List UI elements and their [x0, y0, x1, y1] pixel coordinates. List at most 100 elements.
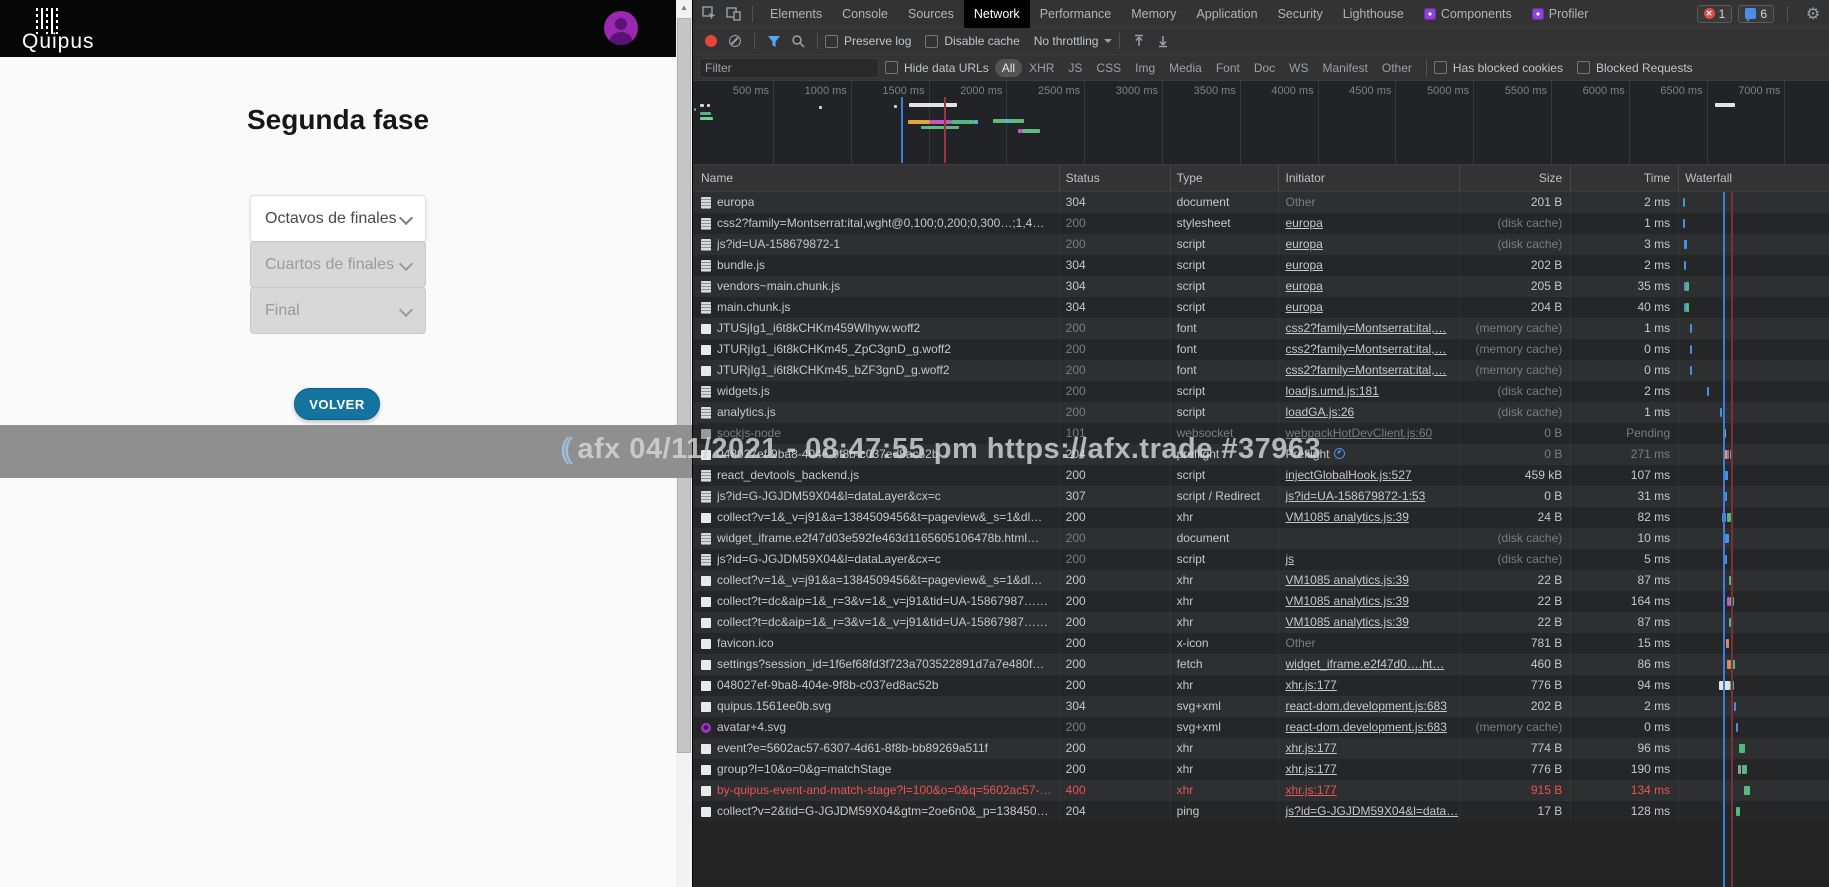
table-row[interactable]: collect?v=2&tid=G-JGJDM59X04&gtm=2oe6n0&…	[693, 801, 1829, 822]
table-row[interactable]: event?e=5602ac57-6307-4d61-8f8b-bb89269a…	[693, 738, 1829, 759]
clear-button[interactable]	[723, 29, 747, 53]
disable-cache-checkbox[interactable]	[925, 34, 939, 48]
column-header-size[interactable]: Size	[1460, 165, 1572, 191]
request-name-cell[interactable]: collect?t=dc&aip=1&_r=3&v=1&_v=j91&tid=U…	[693, 612, 1060, 633]
initiator-link[interactable]: xhr.js:177	[1285, 762, 1336, 776]
tab-application[interactable]: Application	[1186, 0, 1267, 28]
throttling-select[interactable]: No throttling	[1034, 34, 1113, 48]
filter-pill-font[interactable]: Font	[1209, 59, 1247, 77]
table-row[interactable]: avatar+4.svg 200 svg+xml react-dom.developm…	[693, 717, 1829, 738]
column-header-status[interactable]: Status	[1060, 165, 1171, 191]
table-row[interactable]: react_devtools_backend.js 200 script inject…	[693, 465, 1829, 486]
column-header-initiator[interactable]: Initiator	[1279, 165, 1461, 191]
table-row[interactable]: widgets.js 200 script loadjs.umd.js:181 (dis…	[693, 381, 1829, 402]
table-row[interactable]: js?id=G-JGJDM59X04&l=dataLayer&cx=c 200 sc…	[693, 549, 1829, 570]
tab-memory[interactable]: Memory	[1121, 0, 1186, 28]
request-name-cell[interactable]: main.chunk.js	[693, 297, 1060, 318]
preserve-log-checkbox[interactable]	[825, 34, 838, 48]
tab-network[interactable]: Network	[963, 0, 1030, 28]
initiator-link[interactable]: europa	[1285, 258, 1322, 272]
import-har-icon[interactable]	[1127, 29, 1151, 53]
filter-input[interactable]: Filter	[699, 57, 879, 78]
initiator-link[interactable]: europa	[1285, 279, 1322, 293]
search-icon[interactable]	[786, 29, 810, 53]
initiator-link[interactable]: injectGlobalHook.js:527	[1285, 468, 1411, 482]
request-name-cell[interactable]: js?id=G-JGJDM59X04&l=dataLayer&cx=c	[693, 486, 1060, 507]
filter-pill-js[interactable]: JS	[1061, 59, 1089, 77]
table-row[interactable]: vendors~main.chunk.js 304 script europa 205 …	[693, 276, 1829, 297]
table-row[interactable]: europa 304 document Other 201 B2 ms	[693, 192, 1829, 213]
table-row[interactable]: 048027ef-9ba8-404e-9f8b-c037ed8ac52b 200 x…	[693, 675, 1829, 696]
request-name-cell[interactable]: css2?family=Montserrat:ital,wght@0,100;0…	[693, 213, 1060, 234]
error-count-badge[interactable]: ✕ 1	[1696, 4, 1733, 23]
initiator-link[interactable]: xhr.js:177	[1285, 678, 1336, 692]
export-har-icon[interactable]	[1151, 29, 1175, 53]
request-name-cell[interactable]: quipus.1561ee0b.svg	[693, 696, 1060, 717]
table-row[interactable]: JTURjIg1_i6t8kCHKm45_ZpC3gnD_g.woff2 200 f…	[693, 339, 1829, 360]
request-name-cell[interactable]: bundle.js	[693, 255, 1060, 276]
initiator-link[interactable]: xhr.js:177	[1285, 741, 1336, 755]
request-name-cell[interactable]: collect?v=1&_v=j91&a=1384509456&t=pagevi…	[693, 570, 1060, 591]
column-header-name[interactable]: Name	[693, 165, 1060, 191]
request-name-cell[interactable]: JTURjIg1_i6t8kCHKm45_ZpC3gnD_g.woff2	[693, 339, 1060, 360]
tab-elements[interactable]: Elements	[760, 0, 832, 28]
request-name-cell[interactable]: widget_iframe.e2f47d03e592fe463d11656051…	[693, 528, 1060, 549]
initiator-link[interactable]: VM1085 analytics.js:39	[1285, 594, 1408, 608]
initiator-link[interactable]: widget_iframe.e2f47d0….ht…	[1285, 657, 1444, 671]
request-name-cell[interactable]: group?l=10&o=0&g=matchStage	[693, 759, 1060, 780]
initiator-link[interactable]: loadGA.js:26	[1285, 405, 1354, 419]
filter-pill-xhr[interactable]: XHR	[1022, 59, 1061, 77]
initiator-link[interactable]: css2?family=Montserrat:ital,…	[1285, 342, 1446, 356]
inspect-element-icon[interactable]	[697, 2, 721, 26]
volver-button[interactable]: VOLVER	[294, 388, 380, 420]
request-name-cell[interactable]: avatar+4.svg	[693, 717, 1060, 738]
settings-gear-icon[interactable]: ⚙	[1801, 2, 1825, 26]
initiator-link[interactable]: europa	[1285, 237, 1322, 251]
table-row[interactable]: JTURjIg1_i6t8kCHKm45_bZF3gnD_g.woff2 200 f…	[693, 360, 1829, 381]
filter-pill-all[interactable]: All	[994, 58, 1023, 77]
table-row[interactable]: collect?v=1&_v=j91&a=1384509456&t=pagevi…	[693, 507, 1829, 528]
filter-pill-doc[interactable]: Doc	[1247, 59, 1282, 77]
table-row[interactable]: group?l=10&o=0&g=matchStage 200 xhr xhr.js:…	[693, 759, 1829, 780]
filter-pill-img[interactable]: Img	[1128, 59, 1162, 77]
initiator-link[interactable]: loadjs.umd.js:181	[1285, 384, 1378, 398]
initiator-link[interactable]: europa	[1285, 216, 1322, 230]
network-overview-timeline[interactable]: 500 ms 1000 ms 1500 ms 2000 ms 2500 ms 3000 m…	[693, 81, 1829, 165]
filter-pill-other[interactable]: Other	[1375, 59, 1419, 77]
filter-pill-media[interactable]: Media	[1162, 59, 1209, 77]
request-name-cell[interactable]: js?id=G-JGJDM59X04&l=dataLayer&cx=c	[693, 549, 1060, 570]
request-name-cell[interactable]: widgets.js	[693, 381, 1060, 402]
phase-dropdown-1[interactable]: Octavos de finales	[250, 195, 426, 242]
column-header-waterfall[interactable]: Waterfall	[1679, 165, 1829, 191]
initiator-link[interactable]: react-dom.development.js:683	[1285, 720, 1446, 734]
scrollbar-thumb[interactable]	[677, 18, 691, 753]
tab-profiler[interactable]: Profiler	[1522, 0, 1599, 28]
table-row[interactable]: collect?t=dc&aip=1&_r=3&v=1&_v=j91&tid=U…	[693, 612, 1829, 633]
table-row[interactable]: js?id=G-JGJDM59X04&l=dataLayer&cx=c 307 sc…	[693, 486, 1829, 507]
request-name-cell[interactable]: collect?t=dc&aip=1&_r=3&v=1&_v=j91&tid=U…	[693, 591, 1060, 612]
initiator-link[interactable]: js	[1285, 552, 1294, 566]
table-row[interactable]: analytics.js 200 script loadGA.js:26 (disk c…	[693, 402, 1829, 423]
request-name-cell[interactable]: JTURjIg1_i6t8kCHKm45_bZF3gnD_g.woff2	[693, 360, 1060, 381]
table-row[interactable]: css2?family=Montserrat:ital,wght@0,100;0…	[693, 213, 1829, 234]
tab-lighthouse[interactable]: Lighthouse	[1333, 0, 1414, 28]
filter-pill-css[interactable]: CSS	[1089, 59, 1128, 77]
initiator-link[interactable]: VM1085 analytics.js:39	[1285, 573, 1408, 587]
request-name-cell[interactable]: react_devtools_backend.js	[693, 465, 1060, 486]
initiator-link[interactable]: xhr.js:177	[1285, 783, 1336, 797]
request-name-cell[interactable]: analytics.js	[693, 402, 1060, 423]
initiator-link[interactable]: js?id=UA-158679872-1:53	[1285, 489, 1425, 503]
table-row[interactable]: bundle.js 304 script europa 202 B2 ms	[693, 255, 1829, 276]
issues-count-badge[interactable]: 6	[1738, 4, 1774, 23]
device-toolbar-icon[interactable]	[721, 2, 745, 26]
filter-funnel-icon[interactable]	[762, 29, 786, 53]
tab-performance[interactable]: Performance	[1030, 0, 1122, 28]
initiator-link[interactable]: css2?family=Montserrat:ital,…	[1285, 363, 1446, 377]
table-row[interactable]: favicon.ico 200 x-icon Other 781 B 15 ms	[693, 633, 1829, 654]
blocked-requests-checkbox[interactable]	[1576, 61, 1590, 74]
filter-pill-ws[interactable]: WS	[1282, 59, 1315, 77]
initiator-link[interactable]: VM1085 analytics.js:39	[1285, 615, 1408, 629]
initiator-link[interactable]: react-dom.development.js:683	[1285, 699, 1446, 713]
initiator-link[interactable]: europa	[1285, 300, 1322, 314]
request-name-cell[interactable]: collect?v=1&_v=j91&a=1384509456&t=pagevi…	[693, 507, 1060, 528]
